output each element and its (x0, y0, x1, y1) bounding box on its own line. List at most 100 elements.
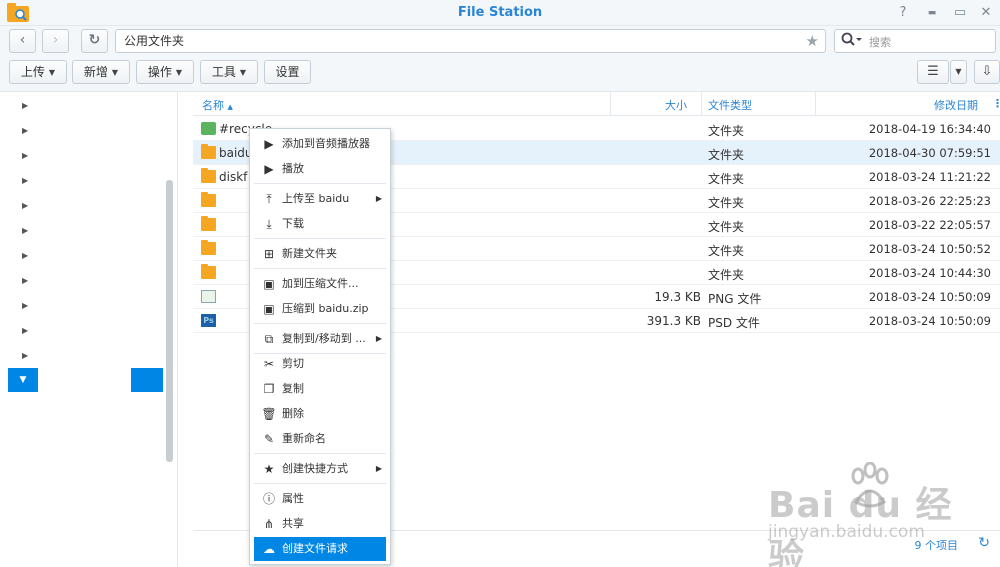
file-list-header: 名称 ▲ 大小 文件类型 修改日期 ⋮ (193, 92, 1000, 116)
menu-item-label: 上传至 baidu (282, 192, 350, 205)
action-toolbar: 上传 ▼ 新增 ▼ 操作 ▼ 工具 ▼ 设置 ☰ ▼ ⇩ (0, 56, 1000, 92)
context-menu-item[interactable]: ▣ 加到压缩文件... (254, 272, 386, 296)
search-icon[interactable] (841, 32, 867, 52)
tree-expand-icon[interactable]: ▶ (22, 226, 34, 238)
tree-expand-icon[interactable]: ▶ (22, 351, 34, 363)
tree-expand-icon[interactable]: ▶ (22, 301, 34, 313)
tree-expand-icon[interactable]: ▶ (22, 126, 34, 138)
menu-item-label: 添加到音频播放器 (282, 137, 370, 150)
context-menu: ▶ 添加到音频播放器 ▶ 播放 ⤒ 上传至 baidu ▶ ⤓ 下载 ⊞ 新建文件夹 ▣ 加到压缩文件.… (249, 128, 391, 565)
folder-icon (201, 240, 216, 255)
context-menu-item[interactable]: ⤒ 上传至 baidu ▶ (254, 187, 386, 211)
favorite-star-icon[interactable]: ★ (806, 30, 819, 52)
list-view-icon[interactable]: ☰ (917, 60, 949, 84)
copy-icon: ❐ (263, 382, 275, 396)
new-button[interactable]: 新增 ▼ (72, 60, 130, 84)
context-menu-item[interactable]: ⊞ 新建文件夹 (254, 242, 386, 266)
cloud-upload-icon: ☁ (263, 542, 275, 556)
download-icon: ⤓ (266, 217, 272, 231)
column-name-header[interactable]: 名称 ▲ (202, 97, 233, 113)
folder-tree-sidebar: ▶ ▶ ▶ ▶ ▶ ▶ ▶ ▶ ▶ ▶ ▶ ▼ (0, 92, 178, 567)
menu-item-label: 压缩到 baidu.zip (282, 302, 369, 315)
tree-expand-icon[interactable]: ▶ (22, 201, 34, 213)
context-menu-item[interactable]: ⤓ 下载 (254, 212, 386, 236)
refresh-icon[interactable]: ↻ (978, 535, 990, 551)
tree-collapse-icon[interactable]: ▼ (8, 368, 38, 392)
tree-expand-icon[interactable]: ▶ (22, 326, 34, 338)
tree-expand-icon[interactable]: ▶ (22, 176, 34, 188)
menu-item-label: 创建快捷方式 (282, 462, 348, 475)
column-menu-icon[interactable]: ⋮ (992, 97, 1000, 110)
context-menu-item[interactable]: 🗑 删除 (254, 402, 386, 426)
context-menu-item[interactable]: ★ 创建快捷方式 ▶ (254, 457, 386, 481)
context-menu-item[interactable]: ☁ 创建文件请求 (254, 537, 386, 561)
context-menu-item[interactable]: ⓘ 属性 (254, 487, 386, 511)
tree-expand-icon[interactable]: ▶ (22, 101, 34, 113)
minimize-icon[interactable]: ▬ (922, 3, 942, 23)
file-modified: 2018-03-24 10:50:52 (868, 242, 991, 256)
new-folder-icon: ⊞ (263, 247, 275, 261)
menu-separator (254, 183, 386, 184)
column-size-header[interactable]: 大小 (665, 97, 687, 113)
tools-button[interactable]: 工具 ▼ (200, 60, 258, 84)
context-menu-item[interactable]: ✂ 剪切 (254, 352, 386, 376)
share-icon: ⋔ (263, 517, 275, 531)
menu-item-label: 下载 (282, 217, 304, 230)
upload-label: 上传 (20, 65, 45, 79)
watermark-url: jingyan.baidu.com (768, 522, 925, 542)
column-modified-header[interactable]: 修改日期 (934, 97, 978, 113)
submenu-arrow-icon: ▶ (375, 464, 382, 473)
menu-item-label: 共享 (282, 517, 304, 530)
context-menu-item[interactable]: ⧉ 复制到/移动到 ... ▶ (254, 327, 386, 351)
menu-item-label: 复制到/移动到 ... (282, 332, 366, 345)
path-input[interactable]: 公用文件夹 ★ (115, 29, 826, 53)
menu-item-label: 播放 (282, 162, 304, 175)
file-type: 文件夹 (708, 172, 745, 186)
submenu-arrow-icon: ▶ (375, 194, 382, 203)
file-modified: 2018-03-24 10:50:09 (868, 314, 991, 328)
sort-icon[interactable]: ⇩ (974, 60, 1000, 84)
context-menu-item[interactable]: ❐ 复制 (254, 377, 386, 401)
folder-icon (201, 144, 216, 159)
tree-item-selected[interactable] (131, 368, 163, 392)
context-menu-item[interactable]: ✎ 重新命名 (254, 427, 386, 451)
tree-expand-icon[interactable]: ▶ (22, 151, 34, 163)
file-type: 文件夹 (708, 124, 745, 138)
refresh-button[interactable]: ↻ (81, 29, 108, 53)
view-dropdown-icon[interactable]: ▼ (950, 60, 967, 84)
context-menu-item[interactable]: ▣ 压缩到 baidu.zip (254, 297, 386, 321)
upload-button[interactable]: 上传 ▼ (9, 60, 67, 84)
file-type: 文件夹 (708, 196, 745, 210)
settings-button[interactable]: 设置 (264, 60, 311, 84)
file-modified: 2018-03-26 22:25:23 (868, 194, 991, 208)
help-icon[interactable]: ? (893, 3, 913, 23)
search-input[interactable]: 搜索 (834, 29, 996, 53)
archive-icon: ▣ (263, 277, 275, 291)
column-type-header[interactable]: 文件类型 (708, 97, 752, 113)
back-button[interactable]: ‹ (9, 29, 36, 53)
context-menu-item[interactable]: ▶ 添加到音频播放器 (254, 132, 386, 156)
menu-item-label: 复制 (282, 382, 304, 395)
tree-expand-icon[interactable]: ▶ (22, 276, 34, 288)
recycle-folder-icon (201, 122, 216, 135)
context-menu-item[interactable]: ⋔ 共享 (254, 512, 386, 536)
zip-icon: ▣ (263, 302, 275, 316)
scissors-icon: ✂ (263, 357, 275, 371)
search-placeholder: 搜索 (869, 36, 891, 49)
tree-expand-icon[interactable]: ▶ (22, 251, 34, 263)
menu-item-label: 剪切 (282, 357, 304, 370)
action-button[interactable]: 操作 ▼ (136, 60, 194, 84)
trash-icon: 🗑 (261, 407, 277, 421)
close-icon[interactable]: ✕ (976, 3, 996, 23)
sidebar-scrollbar[interactable] (166, 180, 173, 462)
context-menu-item[interactable]: ▶ 播放 (254, 157, 386, 181)
maximize-icon[interactable]: ▭ (950, 3, 970, 23)
menu-separator (254, 453, 386, 454)
forward-button[interactable]: › (42, 29, 69, 53)
chevron-down-icon: ▼ (48, 68, 56, 77)
menu-item-label: 加到压缩文件... (282, 277, 359, 290)
path-text: 公用文件夹 (124, 34, 185, 48)
file-modified: 2018-03-24 10:50:09 (868, 290, 991, 304)
navigation-toolbar: ‹ › ↻ 公用文件夹 ★ 搜索 (0, 26, 1000, 56)
menu-item-label: 属性 (282, 492, 304, 505)
